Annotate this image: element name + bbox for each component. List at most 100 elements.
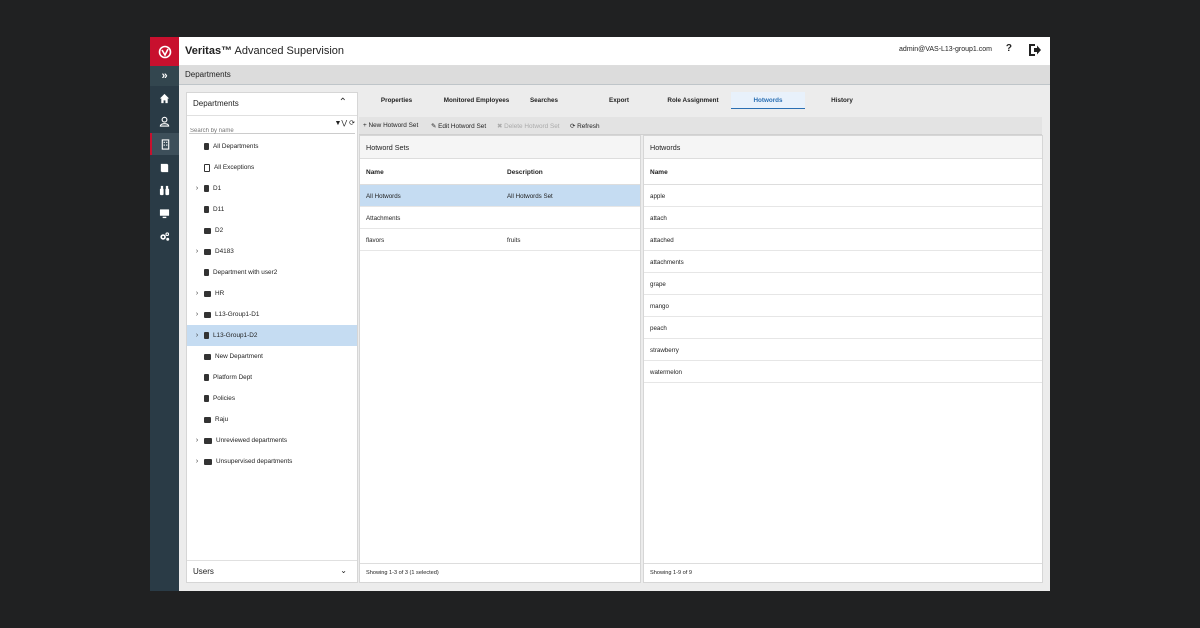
chevron-right-icon[interactable]: › (190, 332, 204, 339)
building-icon (204, 395, 209, 402)
delete-hotword-set-button[interactable]: ✖ Delete Hotword Set (497, 122, 560, 130)
tree-node-label: Unsupervised departments (216, 458, 293, 465)
departments-panel-title: Departments (193, 99, 239, 108)
tree-node-label: Raju (215, 416, 229, 423)
tree-node[interactable]: › D1 (187, 178, 357, 199)
building-icon[interactable] (150, 133, 179, 155)
table-row[interactable]: strawberry (644, 339, 1042, 361)
tree-node-label: Unreviewed departments (216, 437, 288, 444)
column-header-name[interactable]: Name (366, 169, 384, 176)
cell-hotword: watermelon (650, 369, 682, 376)
expand-rail-button[interactable]: » (150, 66, 179, 86)
hotword-sets-header-row: Name Description (360, 159, 640, 185)
table-row[interactable]: watermelon (644, 361, 1042, 383)
cell-description: All Hotwords Set (507, 193, 553, 200)
table-row[interactable]: attached (644, 229, 1042, 251)
table-row[interactable]: attach (644, 207, 1042, 229)
tree-node[interactable]: All Departments (187, 136, 357, 157)
chevron-down-icon[interactable]: ⌄ (340, 566, 347, 575)
hotword-sets-title-bar: Hotword Sets (360, 136, 640, 159)
table-row[interactable]: grape (644, 273, 1042, 295)
building-icon (204, 185, 209, 192)
app-window: » Veritas™ Advanced Supervision admin@VA… (150, 37, 1050, 591)
gears-icon[interactable] (150, 225, 179, 247)
tab-properties[interactable]: Properties (359, 92, 434, 108)
tree-node[interactable]: Platform Dept (187, 367, 357, 388)
tab-monitored-employees[interactable]: Monitored Employees (434, 92, 519, 108)
search-tools: ▼⋁ ⟳ (335, 119, 356, 127)
help-button[interactable]: ? (1006, 43, 1012, 54)
column-header-description[interactable]: Description (507, 169, 543, 176)
hotwords-count: Showing 1-9 of 9 (650, 570, 692, 576)
cell-name: flavors (366, 237, 385, 244)
chevron-right-icon[interactable]: › (190, 290, 204, 297)
cell-name: All Hotwords (366, 193, 401, 200)
cell-hotword: mango (650, 303, 669, 310)
tree-node-label: D4183 (215, 248, 234, 255)
tree-node[interactable]: Raju (187, 409, 357, 430)
tree-node[interactable]: › L13-Group1-D2 (187, 325, 357, 346)
hotwords-header-row: Name (644, 159, 1042, 185)
building-icon (204, 269, 209, 276)
chevron-right-icon[interactable]: › (190, 437, 204, 444)
folder-icon (204, 437, 212, 444)
chevron-up-icon[interactable]: ⌃ (339, 97, 347, 108)
tree-node[interactable]: Department with user2 (187, 262, 357, 283)
tab-hotwords[interactable]: Hotwords (731, 92, 805, 109)
departments-panel-header[interactable]: Departments ⌃ (187, 93, 357, 116)
chevron-right-icon[interactable]: › (190, 311, 204, 318)
table-row[interactable]: Attachments (360, 207, 640, 229)
building-icon (204, 332, 209, 339)
tree-node[interactable]: › HR (187, 283, 357, 304)
search-input[interactable] (189, 128, 310, 134)
home-icon[interactable] (150, 87, 179, 109)
briefcase-icon (204, 416, 211, 423)
chevron-right-icon[interactable]: › (190, 248, 204, 255)
table-row[interactable]: peach (644, 317, 1042, 339)
tab-searches[interactable]: Searches (519, 92, 569, 108)
chevron-right-icon[interactable]: › (190, 185, 204, 192)
tab-history[interactable]: History (819, 92, 865, 108)
user-icon[interactable] (150, 110, 179, 132)
building-icon (204, 374, 209, 381)
refresh-icon[interactable]: ⟳ (349, 120, 355, 127)
tree-node[interactable]: Policies (187, 388, 357, 409)
new-hotword-set-button[interactable]: + New Hotword Set (363, 122, 418, 129)
tree-node[interactable]: › Unreviewed departments (187, 430, 357, 451)
chevron-right-icon[interactable]: › (190, 458, 204, 465)
cell-hotword: grape (650, 281, 666, 288)
user-account[interactable]: admin@VAS-L13-group1.com (899, 46, 992, 53)
tree-node-label: L13-Group1-D2 (213, 332, 258, 339)
hotword-sets-count: Showing 1-3 of 3 (1 selected) (366, 570, 439, 576)
tree-node[interactable]: All Exceptions (187, 157, 357, 178)
tree-node[interactable]: New Department (187, 346, 357, 367)
veritas-logo-icon[interactable] (150, 37, 179, 66)
cell-name: Attachments (366, 215, 401, 222)
monitor-icon[interactable] (150, 202, 179, 224)
book-icon[interactable] (150, 156, 179, 178)
page-title: Departments (185, 70, 231, 79)
table-row[interactable]: mango (644, 295, 1042, 317)
tree-node[interactable]: › D4183 (187, 241, 357, 262)
column-header-name[interactable]: Name (650, 169, 668, 176)
users-panel-header[interactable]: Users ⌄ (187, 560, 357, 582)
tree-node[interactable]: D11 (187, 199, 357, 220)
table-row[interactable]: attachments (644, 251, 1042, 273)
table-row[interactable]: apple (644, 185, 1042, 207)
refresh-button[interactable]: ⟳ Refresh (570, 122, 600, 130)
tree-node[interactable]: D2 (187, 220, 357, 241)
edit-hotword-set-button[interactable]: ✎ Edit Hotword Set (431, 122, 486, 130)
tree-node-label: D2 (215, 227, 224, 234)
filter-icon[interactable]: ▼⋁ (335, 120, 348, 127)
table-row[interactable]: flavors fruits (360, 229, 640, 251)
logout-icon[interactable] (1028, 43, 1042, 57)
table-row[interactable]: All Hotwords All Hotwords Set (360, 185, 640, 207)
tree-node[interactable]: › Unsupervised departments (187, 451, 357, 472)
tree-node[interactable]: › L13-Group1-D1 (187, 304, 357, 325)
users-panel-title: Users (193, 567, 214, 576)
tab-role-assignment[interactable]: Role Assignment (659, 92, 727, 108)
breadcrumb: Departments (179, 66, 1050, 85)
binoculars-icon[interactable] (150, 179, 179, 201)
cell-description: fruits (507, 237, 521, 244)
tab-export[interactable]: Export (597, 92, 641, 108)
